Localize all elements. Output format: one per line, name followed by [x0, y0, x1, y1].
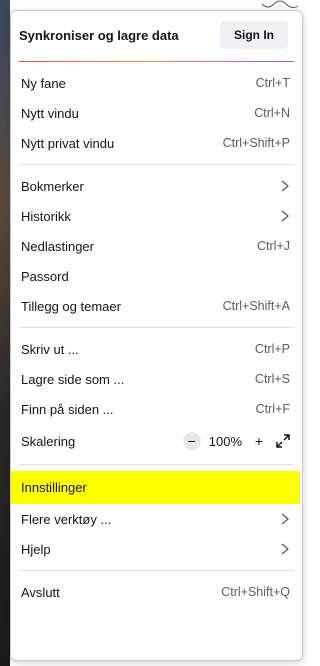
menu-item-label: Nytt privat vindu [21, 135, 115, 151]
fullscreen-icon[interactable] [276, 434, 290, 448]
menu-item-new-window[interactable]: Nytt vindu Ctrl+N [0, 98, 302, 128]
menu-item-label: Historikk [21, 208, 71, 224]
menu-item-shortcut: Ctrl+J [257, 239, 290, 253]
menu-item-label: Bokmerker [21, 178, 84, 194]
menu-item-find-in-page[interactable]: Finn på siden ... Ctrl+F [0, 394, 302, 424]
chevron-right-icon [281, 210, 290, 222]
separator [19, 164, 294, 165]
menu-item-label: Skriv ut ... [21, 341, 79, 357]
chevron-right-icon [281, 180, 290, 192]
menu-item-shortcut: Ctrl+T [255, 76, 290, 90]
separator [19, 327, 294, 328]
menu-item-label: Lagre side som ... [21, 371, 125, 387]
separator [19, 464, 294, 465]
zoom-controls: − 100% + [182, 432, 290, 450]
menu-item-label: Skalering [21, 433, 76, 449]
menu-item-label: Ny fane [21, 75, 66, 91]
chevron-right-icon [281, 543, 290, 555]
sign-in-button[interactable]: Sign In [220, 21, 288, 49]
menu-item-label: Hjelp [21, 541, 51, 557]
menu-item-history[interactable]: Historikk [0, 201, 302, 231]
menu-item-shortcut: Ctrl+Shift+A [222, 299, 290, 313]
menu-item-label: Finn på siden ... [21, 401, 114, 417]
menu-item-quit[interactable]: Avslutt Ctrl+Shift+Q [0, 577, 302, 607]
menu-item-label: Nedlastinger [21, 238, 94, 254]
menu-item-label: Avslutt [21, 584, 60, 600]
menu-item-help[interactable]: Hjelp [0, 534, 302, 564]
menu-item-addons-themes[interactable]: Tillegg og temaer Ctrl+Shift+A [0, 291, 302, 321]
menu-item-label: Passord [21, 268, 69, 284]
menu-item-passwords[interactable]: Passord [0, 261, 302, 291]
menu-item-settings[interactable]: Innstillinger [11, 471, 300, 504]
menu-item-label: Flere verktøy ... [21, 511, 112, 527]
menu-item-shortcut: Ctrl+Shift+P [222, 136, 290, 150]
menu-item-more-tools[interactable]: Flere verktøy ... [0, 504, 302, 534]
menu-item-shortcut: Ctrl+Shift+Q [221, 585, 290, 599]
menu-item-print[interactable]: Skriv ut ... Ctrl+P [0, 334, 302, 364]
menu-item-zoom: Skalering − 100% + [0, 424, 302, 458]
menu-item-label: Nytt vindu [21, 105, 79, 121]
menu-item-save-page[interactable]: Lagre side som ... Ctrl+S [0, 364, 302, 394]
zoom-out-button[interactable]: − [182, 432, 201, 450]
menu-item-new-tab[interactable]: Ny fane Ctrl+T [0, 68, 302, 98]
chevron-right-icon [281, 513, 290, 525]
menu-item-shortcut: Ctrl+S [254, 372, 290, 386]
menu-item-label: Tillegg og temaer [21, 298, 121, 314]
menu-item-downloads[interactable]: Nedlastinger Ctrl+J [0, 231, 302, 261]
menu-item-bookmarks[interactable]: Bokmerker [0, 171, 302, 201]
separator [19, 570, 294, 571]
menu-item-shortcut: Ctrl+N [254, 106, 290, 120]
zoom-level[interactable]: 100% [209, 434, 242, 449]
menu-item-shortcut: Ctrl+P [254, 342, 290, 356]
menu-item-shortcut: Ctrl+F [255, 402, 290, 416]
zoom-in-button[interactable]: + [250, 432, 268, 450]
sync-title: Synkroniser og lagre data [19, 27, 179, 43]
screen: Synkroniser og lagre data Sign In Ny fan… [0, 0, 308, 666]
sync-header: Synkroniser og lagre data Sign In [11, 17, 302, 53]
menu-item-label: Innstillinger [21, 480, 87, 495]
menu-item-new-private-window[interactable]: Nytt privat vindu Ctrl+Shift+P [0, 128, 302, 158]
app-menu-panel: Synkroniser og lagre data Sign In Ny fan… [10, 10, 303, 661]
